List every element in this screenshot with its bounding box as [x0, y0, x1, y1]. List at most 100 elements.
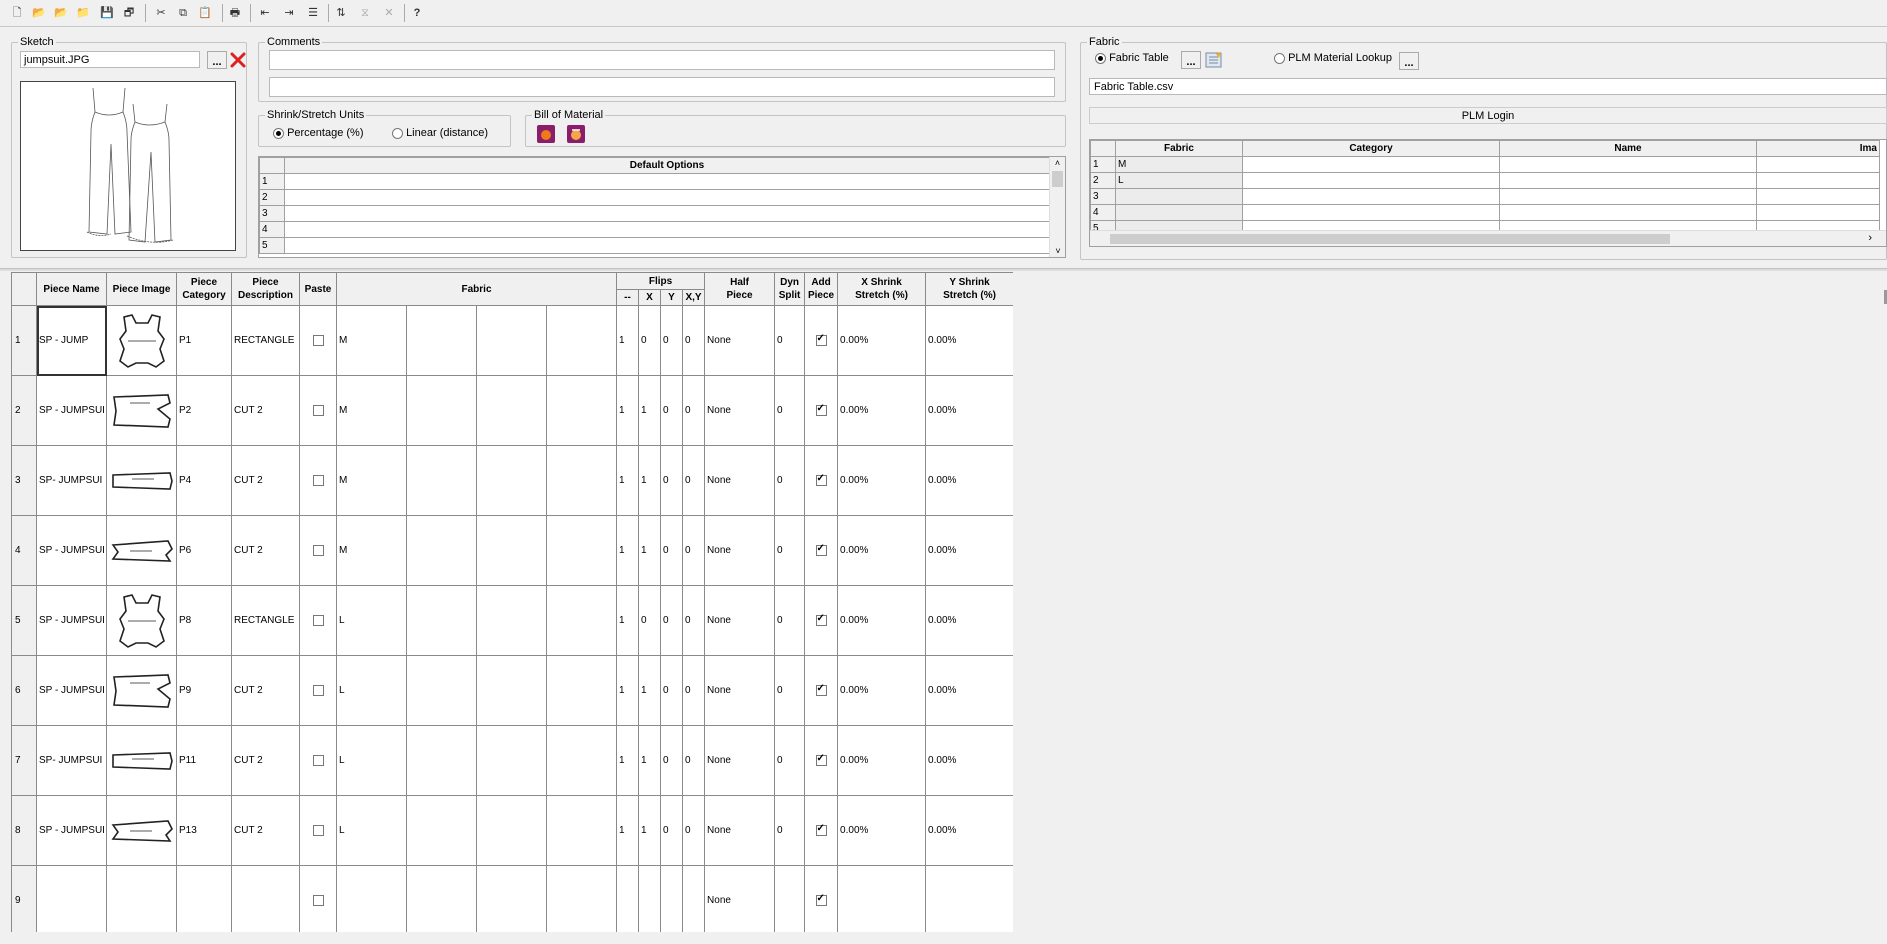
- save-icon[interactable]: 💾: [98, 4, 116, 22]
- piece-category-cell[interactable]: P2: [176, 375, 232, 446]
- half-piece-cell[interactable]: None: [704, 865, 776, 932]
- table-row[interactable]: 6SP - JUMPSUIP9CUT 2L1100None00.00%0.00%: [11, 655, 1013, 726]
- piece-image-cell[interactable]: [106, 445, 177, 516]
- flip-none-cell[interactable]: 1: [616, 795, 640, 866]
- flip-xy-cell[interactable]: 0: [682, 375, 706, 446]
- piece-name-cell[interactable]: SP - JUMPSUI: [36, 655, 107, 726]
- fabric-grid-cell[interactable]: [1242, 172, 1500, 189]
- sort-icon[interactable]: ⇅: [332, 4, 350, 22]
- fabric-table-browse-button[interactable]: ...: [1181, 51, 1201, 69]
- flip-none-cell[interactable]: [616, 865, 640, 932]
- flip-xy-cell[interactable]: 0: [682, 515, 706, 586]
- piece-image-cell[interactable]: [106, 795, 177, 866]
- flip-xy-cell[interactable]: 0: [682, 445, 706, 516]
- fabric-cell-2[interactable]: [406, 795, 477, 866]
- x-shrink-cell[interactable]: 0.00%: [837, 375, 927, 446]
- flip-y-cell[interactable]: 0: [660, 795, 684, 866]
- fabric-table-radio[interactable]: [1095, 52, 1106, 64]
- fabric-cell-4[interactable]: [545, 585, 618, 656]
- x-shrink-cell[interactable]: 0.00%: [837, 305, 927, 376]
- half-piece-cell[interactable]: None: [704, 305, 776, 376]
- piece-name-cell[interactable]: SP- JUMPSUI: [36, 445, 107, 516]
- y-shrink-cell[interactable]: 0.00%: [925, 725, 1013, 796]
- half-piece-cell[interactable]: None: [704, 515, 776, 586]
- scroll-right-icon[interactable]: ›: [1868, 232, 1872, 244]
- dyn-split-cell[interactable]: 0: [774, 305, 806, 376]
- percentage-radio[interactable]: [273, 127, 284, 139]
- piece-description-cell[interactable]: RECTANGLE: [231, 585, 300, 656]
- y-shrink-cell[interactable]: [925, 865, 1013, 932]
- flip-xy-cell[interactable]: 0: [682, 795, 706, 866]
- table-row[interactable]: 1SP - JUMPP1RECTANGLEM1000None00.00%0.00…: [11, 305, 1013, 376]
- outline-icon[interactable]: ☰: [304, 4, 322, 22]
- paste-cell[interactable]: [299, 865, 337, 932]
- fabric-grid-cell[interactable]: [1499, 156, 1757, 173]
- paste-cell[interactable]: [299, 655, 337, 726]
- flip-x-cell[interactable]: 1: [638, 655, 662, 726]
- comments-line-2-input[interactable]: [269, 77, 1055, 97]
- fabric-grid-cell[interactable]: [1756, 172, 1880, 189]
- fabric-cell-2[interactable]: [406, 655, 477, 726]
- flip-y-cell[interactable]: 0: [660, 655, 684, 726]
- paste-checkbox[interactable]: [312, 684, 324, 696]
- fabric-table-radio-option[interactable]: Fabric Table: [1095, 52, 1169, 65]
- y-shrink-cell[interactable]: 0.00%: [925, 305, 1013, 376]
- piece-image-cell[interactable]: [106, 515, 177, 586]
- piece-name-cell[interactable]: SP - JUMPSUI: [36, 585, 107, 656]
- paste-checkbox[interactable]: [312, 894, 324, 906]
- fabric-grid-cell[interactable]: [1756, 188, 1880, 205]
- x-shrink-cell[interactable]: 0.00%: [837, 445, 927, 516]
- y-shrink-cell[interactable]: 0.00%: [925, 375, 1013, 446]
- fabric-grid-cell[interactable]: [1499, 172, 1757, 189]
- flip-x-cell[interactable]: 0: [638, 305, 662, 376]
- fabric-cell-2[interactable]: [406, 375, 477, 446]
- x-shrink-cell[interactable]: 0.00%: [837, 655, 927, 726]
- default-options-scrollbar[interactable]: ˄ ˅: [1049, 157, 1065, 257]
- piece-name-cell[interactable]: SP - JUMP: [36, 305, 107, 376]
- indent-left-icon[interactable]: ⇤: [256, 4, 274, 22]
- y-shrink-cell[interactable]: 0.00%: [925, 795, 1013, 866]
- flip-y-cell[interactable]: 0: [660, 445, 684, 516]
- indent-right-icon[interactable]: ⇥: [280, 4, 298, 22]
- paste-checkbox[interactable]: [312, 614, 324, 626]
- flip-none-cell[interactable]: 1: [616, 375, 640, 446]
- add-piece-cell[interactable]: [804, 795, 839, 866]
- fabric-cell-2[interactable]: [406, 515, 477, 586]
- fabric-cell-3[interactable]: [476, 795, 547, 866]
- dyn-split-cell[interactable]: 0: [774, 795, 806, 866]
- flip-y-cell[interactable]: 0: [660, 585, 684, 656]
- fabric-cell-3[interactable]: [476, 725, 547, 796]
- flip-x-cell[interactable]: 0: [638, 585, 662, 656]
- fabric-grid-cell-fabric[interactable]: M: [1115, 156, 1243, 173]
- paste-cell[interactable]: [299, 375, 337, 446]
- fabric-grid-cell[interactable]: [1242, 188, 1500, 205]
- paste-checkbox[interactable]: [312, 754, 324, 766]
- table-row[interactable]: 4SP - JUMPSUIP6CUT 2M1100None00.00%0.00%: [11, 515, 1013, 586]
- add-piece-cell[interactable]: [804, 725, 839, 796]
- fabric-cell-3[interactable]: [476, 515, 547, 586]
- fabric-cell-2[interactable]: [406, 305, 477, 376]
- piece-description-cell[interactable]: RECTANGLE: [231, 305, 300, 376]
- paste-cell[interactable]: [299, 515, 337, 586]
- main-grid-scrollbar[interactable]: [1870, 272, 1887, 932]
- piece-category-cell[interactable]: P4: [176, 445, 232, 516]
- piece-category-cell[interactable]: P1: [176, 305, 232, 376]
- flip-none-cell[interactable]: 1: [616, 515, 640, 586]
- close-grid-icon[interactable]: ✕: [380, 4, 398, 22]
- sketch-filename-field[interactable]: jumpsuit.JPG: [20, 51, 200, 68]
- fabric-table-edit-icon[interactable]: [1204, 51, 1224, 69]
- fabric-cell-3[interactable]: [476, 655, 547, 726]
- flip-x-cell[interactable]: [638, 865, 662, 932]
- open-folder-2-icon[interactable]: 📂: [52, 4, 70, 22]
- comments-line-1-input[interactable]: [269, 50, 1055, 70]
- fabric-cell-4[interactable]: [545, 795, 618, 866]
- fabric-cell-4[interactable]: [545, 725, 618, 796]
- flip-y-cell[interactable]: 0: [660, 305, 684, 376]
- paste-cell[interactable]: [299, 795, 337, 866]
- piece-name-cell[interactable]: SP - JUMPSUI: [36, 515, 107, 586]
- table-row[interactable]: 7SP- JUMPSUIP11CUT 2L1100None00.00%0.00%: [11, 725, 1013, 796]
- half-piece-cell[interactable]: None: [704, 445, 776, 516]
- plm-login-button[interactable]: PLM Login: [1089, 107, 1887, 124]
- paste-checkbox[interactable]: [312, 824, 324, 836]
- scroll-up-icon[interactable]: ˄: [1050, 157, 1065, 169]
